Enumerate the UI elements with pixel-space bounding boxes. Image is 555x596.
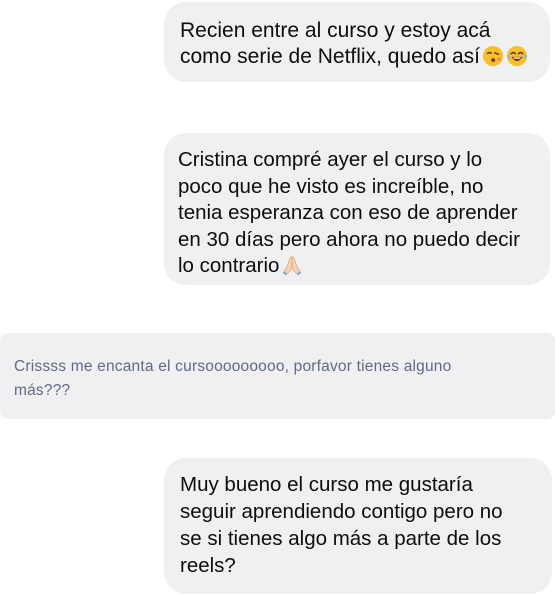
kissing-face-emoji-icon: [482, 45, 504, 67]
message-bubble: Crissss me encanta el cursooooooooo, por…: [0, 333, 555, 419]
message-bubble: Recien entre al curso y estoy acá como s…: [164, 2, 550, 82]
message-bubble: Cristina compré ayer el curso y lo poco …: [164, 133, 550, 285]
message-text: Crissss me encanta el cursooooooooo, por…: [14, 358, 452, 399]
message-bubble: Muy bueno el curso me gustaría seguir ap…: [164, 458, 552, 594]
message-text: Cristina compré ayer el curso y lo poco …: [178, 148, 520, 277]
laughing-tears-emoji-icon: [506, 45, 528, 67]
folded-hands-emoji-icon: [283, 256, 302, 276]
message-text: Recien entre al curso y estoy acá como s…: [180, 19, 491, 68]
message-text: Muy bueno el curso me gustaría seguir ap…: [180, 473, 503, 577]
